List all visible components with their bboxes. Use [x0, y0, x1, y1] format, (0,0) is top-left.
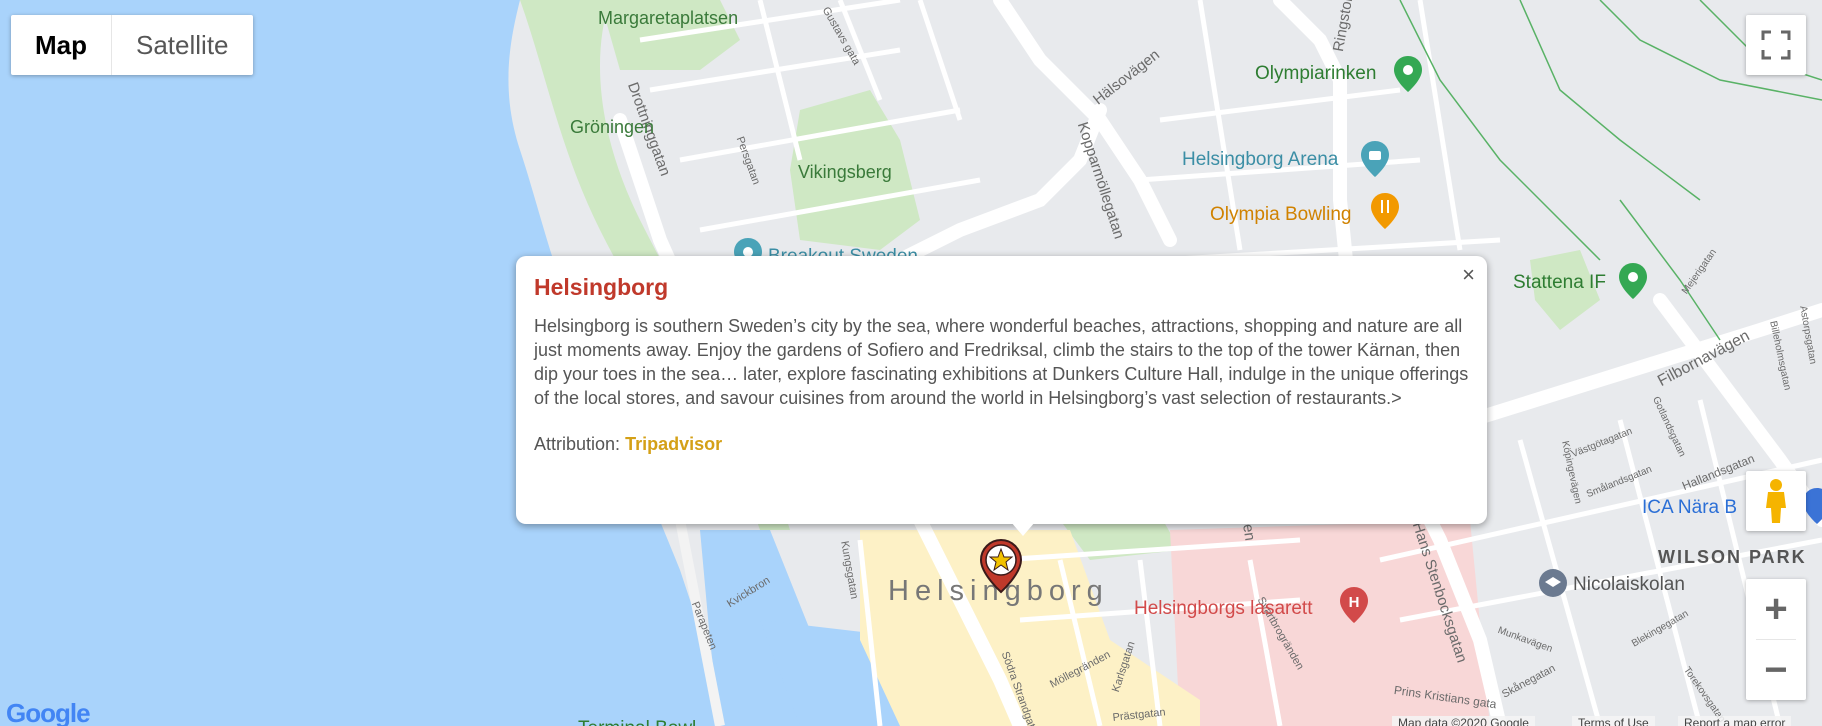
restaurant-marker-icon[interactable]: [1370, 192, 1400, 230]
map-type-control: Map Satellite: [11, 15, 253, 75]
report-error-link[interactable]: Report a map error: [1678, 716, 1792, 726]
poi-label[interactable]: Stattena IF: [1513, 272, 1606, 294]
attribution-label: Attribution:: [534, 434, 621, 454]
info-window-tail: [1011, 522, 1035, 536]
park-marker-icon[interactable]: [1618, 262, 1648, 300]
poi-label[interactable]: Olympia Bowling: [1210, 204, 1352, 226]
google-logo[interactable]: Google: [6, 698, 91, 726]
map-type-map-button[interactable]: Map: [11, 15, 111, 75]
map-canvas[interactable]: Drottninggatan Persgatan Hälsovägen Kopp…: [0, 0, 1822, 726]
attribution-line: Attribution: Tripadvisor: [534, 434, 1469, 455]
zoom-out-button[interactable]: −: [1746, 640, 1806, 700]
selected-location-marker-icon[interactable]: [979, 538, 1023, 594]
map-type-satellite-button[interactable]: Satellite: [112, 15, 253, 75]
tripadvisor-link[interactable]: Tripadvisor: [625, 434, 722, 454]
close-button[interactable]: ×: [1462, 264, 1475, 286]
area-label: Gröningen: [570, 117, 655, 137]
area-label: Margaretaplatsen: [598, 8, 739, 28]
pegman-icon: [1766, 479, 1786, 523]
poi-label[interactable]: Helsingborgs lasarett: [1134, 598, 1312, 620]
zoom-in-button[interactable]: +: [1746, 579, 1806, 639]
poi-label[interactable]: ICA Nära B: [1642, 497, 1737, 519]
svg-text:H: H: [1349, 594, 1360, 611]
google-logo-text: Google: [6, 698, 91, 726]
fullscreen-button[interactable]: [1746, 15, 1806, 75]
stadium-marker-icon[interactable]: [1360, 140, 1390, 178]
park-marker-icon[interactable]: [1393, 55, 1423, 93]
school-marker-icon[interactable]: [1538, 568, 1568, 598]
poi-label[interactable]: Olympiarinken: [1255, 63, 1376, 85]
info-window: × Helsingborg Helsingborg is southern Sw…: [516, 256, 1487, 536]
poi-label[interactable]: Nicolaiskolan: [1573, 574, 1685, 596]
map-data-attribution: Map data ©2020 Google: [1392, 716, 1535, 726]
poi-label[interactable]: Terminal Bowl: [578, 718, 696, 726]
zoom-control: + −: [1746, 579, 1806, 700]
terms-link[interactable]: Terms of Use: [1572, 716, 1655, 726]
info-window-description: Helsingborg is southern Sweden’s city by…: [534, 316, 1469, 408]
street-view-button[interactable]: [1746, 471, 1806, 531]
poi-label[interactable]: Helsingborg Arena: [1182, 149, 1338, 171]
info-window-title: Helsingborg: [534, 274, 669, 300]
hospital-marker-icon[interactable]: H: [1339, 586, 1369, 624]
fullscreen-icon: [1761, 30, 1791, 60]
area-label: Vikingsberg: [798, 162, 892, 182]
area-label: WILSON PARK: [1658, 547, 1807, 567]
